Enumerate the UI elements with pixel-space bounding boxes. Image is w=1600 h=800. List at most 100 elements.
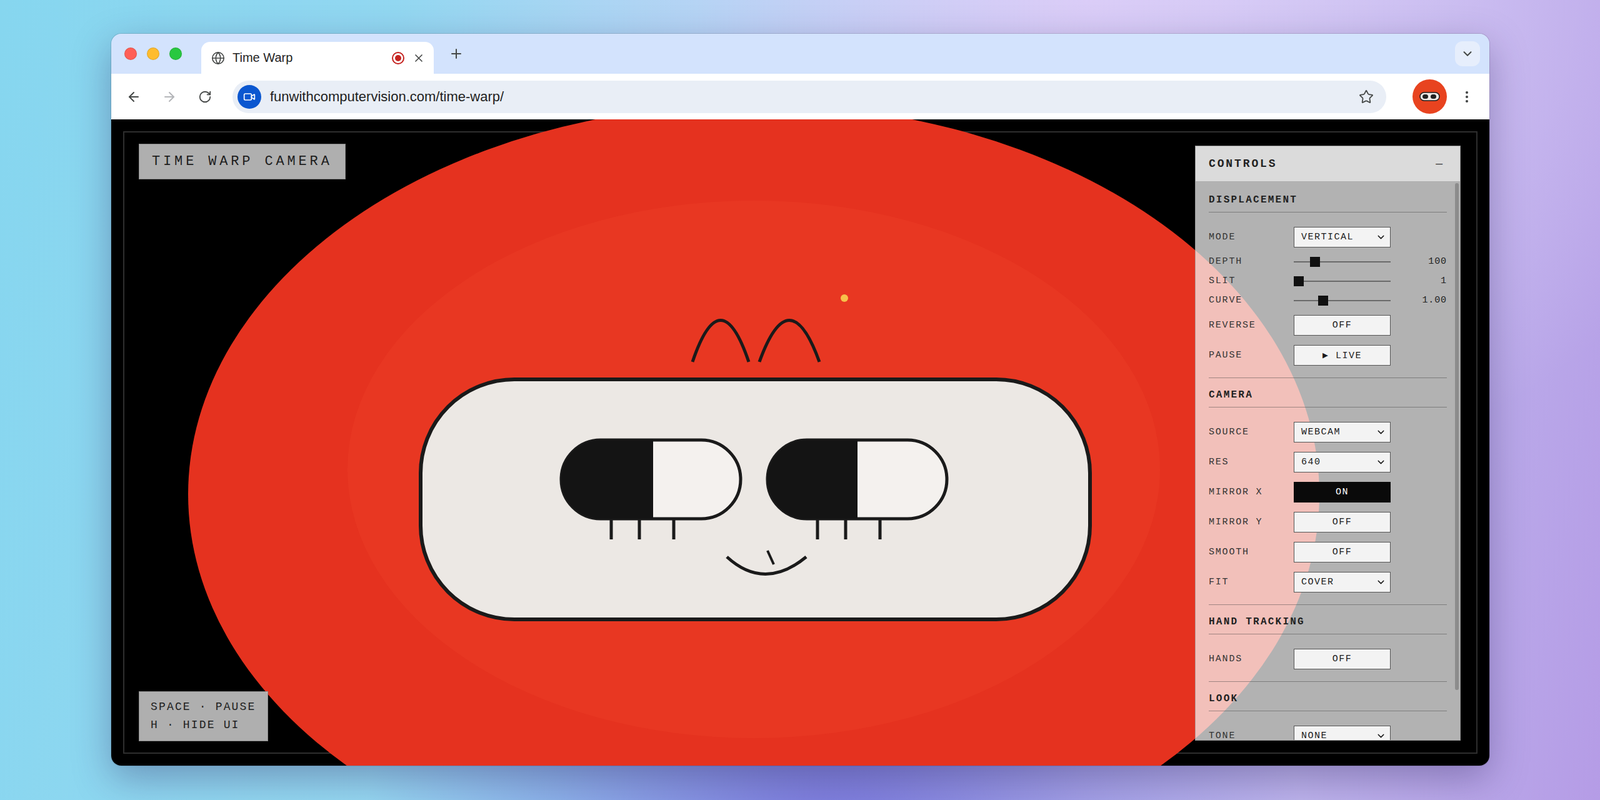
arrow-left-icon xyxy=(126,89,142,105)
star-icon[interactable] xyxy=(1358,89,1374,105)
select-dropdown[interactable]: VERTICAL xyxy=(1293,226,1391,248)
control-label: MIRROR X xyxy=(1208,486,1294,498)
section-title: HAND TRACKING xyxy=(1208,605,1447,635)
forward-button[interactable] xyxy=(156,84,182,110)
page-viewport: TIME WARP CAMERA SPACE · PAUSEH · HIDE UI… xyxy=(111,119,1490,766)
close-window-button[interactable] xyxy=(124,47,137,60)
toggle-row: SMOOTHOFF xyxy=(1208,536,1447,567)
chevron-down-icon xyxy=(1375,576,1387,588)
toggle-row: MIRROR XON xyxy=(1208,476,1447,507)
window-controls xyxy=(124,47,182,60)
recording-icon xyxy=(391,51,405,65)
slider-row: CURVE1.00 xyxy=(1208,290,1447,310)
browser-window: Time Warp funwithcomputervision.com/time-… xyxy=(111,33,1490,766)
select-row: SOURCEWEBCAM xyxy=(1208,416,1447,447)
control-label: RES xyxy=(1208,456,1294,468)
control-label: MODE xyxy=(1208,231,1294,243)
chevron-down-icon xyxy=(1375,231,1387,243)
slider[interactable] xyxy=(1293,275,1391,288)
toggle-button[interactable]: OFF xyxy=(1293,511,1391,533)
new-tab-button[interactable] xyxy=(445,42,468,65)
hint-line: H · HIDE UI xyxy=(150,716,257,735)
site-info-button[interactable] xyxy=(237,85,262,109)
control-label: CURVE xyxy=(1208,295,1294,306)
menu-button[interactable] xyxy=(1454,84,1480,110)
slider-reading: 1 xyxy=(1390,275,1447,287)
tab-title: Time Warp xyxy=(232,50,384,65)
chevron-down-icon xyxy=(1375,426,1387,438)
section-rows: TONENONE xyxy=(1208,711,1447,740)
controls-header: CONTROLS— xyxy=(1195,146,1460,182)
scrollbar-thumb[interactable] xyxy=(1455,183,1459,690)
select-row: MODEVERTICAL xyxy=(1208,221,1447,252)
browser-tab[interactable]: Time Warp xyxy=(201,41,434,74)
app-title: TIME WARP CAMERA xyxy=(138,143,346,180)
section-title: DISPLACEMENT xyxy=(1208,181,1447,213)
control-label: SMOOTH xyxy=(1208,546,1294,558)
controls-panel: CONTROLS—DISPLACEMENT MODEVERTICAL DEPTH 10… xyxy=(1195,145,1461,741)
controls-body: DISPLACEMENT MODEVERTICAL DEPTH 100 SLIT 1 CUR… xyxy=(1195,181,1460,740)
kebab-menu-icon xyxy=(1459,89,1475,105)
zoom-window-button[interactable] xyxy=(169,47,182,60)
back-button[interactable] xyxy=(121,84,147,110)
toggle-button[interactable]: ON xyxy=(1293,481,1391,503)
address-bar[interactable]: funwithcomputervision.com/time-warp/ xyxy=(232,80,1387,114)
tab-strip: Time Warp xyxy=(111,33,1490,74)
control-label: SLIT xyxy=(1208,275,1294,287)
select-dropdown[interactable]: COVER xyxy=(1293,571,1391,593)
reload-button[interactable] xyxy=(192,84,218,110)
globe-icon xyxy=(211,51,225,65)
toggle-row: MIRROR YOFF xyxy=(1208,506,1447,537)
toggle-button[interactable]: OFF xyxy=(1293,648,1391,670)
toggle-button[interactable]: OFF xyxy=(1293,541,1391,563)
toggle-row: PAUSE▶ LIVE xyxy=(1208,340,1447,370)
control-label: DEPTH xyxy=(1208,256,1294,267)
control-label: SOURCE xyxy=(1208,426,1294,438)
collapse-button[interactable]: — xyxy=(1435,157,1443,170)
scrollbar[interactable] xyxy=(1455,181,1460,740)
control-label: REVERSE xyxy=(1208,320,1294,331)
control-label: MIRROR Y xyxy=(1208,516,1294,528)
select-row: FITCOVER xyxy=(1208,566,1447,597)
select-dropdown[interactable]: NONE xyxy=(1293,725,1391,741)
slider-row: DEPTH 100 xyxy=(1208,251,1447,272)
arrow-right-icon xyxy=(161,89,177,105)
select-dropdown[interactable]: 640 xyxy=(1293,451,1391,473)
section-title: LOOK xyxy=(1208,681,1447,712)
select-row: RES640 xyxy=(1208,446,1447,477)
profile-button[interactable] xyxy=(1412,79,1447,114)
video-camera-icon xyxy=(243,90,256,104)
toggle-row: REVERSEOFF xyxy=(1208,310,1447,340)
slider-row: SLIT 1 xyxy=(1208,271,1447,291)
slider[interactable] xyxy=(1293,255,1391,269)
slider-thumb[interactable] xyxy=(1318,295,1329,306)
slider-thumb[interactable] xyxy=(1293,276,1304,287)
desktop: Time Warp funwithcomputervision.com/time-… xyxy=(0,0,1600,800)
reload-icon xyxy=(198,90,212,104)
section-title: CAMERA xyxy=(1208,378,1447,408)
control-label: FIT xyxy=(1208,576,1294,588)
section-rows: SOURCEWEBCAMRES640MIRROR XONMIRROR YOFFS… xyxy=(1208,407,1447,605)
chevron-down-icon xyxy=(1375,730,1387,741)
minimize-window-button[interactable] xyxy=(146,47,160,60)
profile-avatar-icon xyxy=(1412,79,1447,114)
control-label: TONE xyxy=(1208,730,1294,741)
toggle-button[interactable]: OFF xyxy=(1293,315,1391,336)
controls-section: DISPLACEMENT MODEVERTICAL DEPTH 100 SLIT 1 CUR… xyxy=(1208,181,1447,378)
controls-section: HAND TRACKING HANDSOFF xyxy=(1208,604,1447,682)
controls-list[interactable]: DISPLACEMENT MODEVERTICAL DEPTH 100 SLIT 1 CUR… xyxy=(1195,181,1455,740)
tab-search-button[interactable] xyxy=(1455,41,1480,67)
slider-thumb[interactable] xyxy=(1310,256,1320,267)
slider[interactable] xyxy=(1293,294,1391,307)
select-dropdown[interactable]: WEBCAM xyxy=(1293,421,1391,443)
controls-section: CAMERASOURCEWEBCAMRES640MIRROR XONMIRROR… xyxy=(1208,377,1447,605)
keyboard-hints: SPACE · PAUSEH · HIDE UI xyxy=(138,691,269,742)
close-tab-icon[interactable] xyxy=(412,51,425,65)
toggle-button[interactable]: ▶ LIVE xyxy=(1293,345,1391,366)
controls-section: LOOKTONENONE xyxy=(1208,681,1447,740)
slider-reading: 100 xyxy=(1390,256,1447,267)
chevron-down-icon xyxy=(1460,46,1475,61)
control-label: PAUSE xyxy=(1208,350,1294,361)
toggle-row: HANDSOFF xyxy=(1208,643,1447,674)
section-rows: HANDSOFF xyxy=(1208,634,1447,682)
